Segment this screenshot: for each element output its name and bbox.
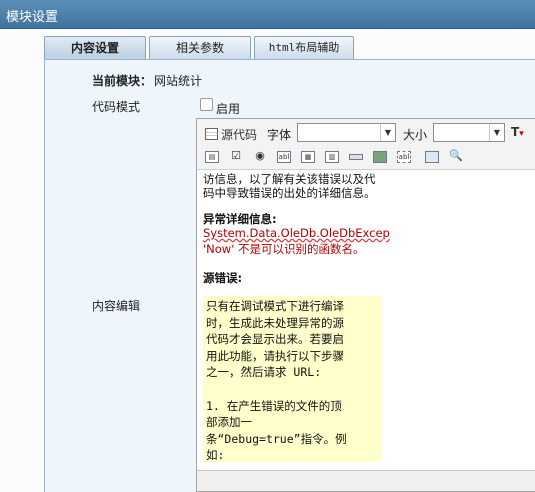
current-module-label: 当前模块： [92, 74, 153, 88]
content-line-2: 码中导致错误的出处的详细信息。 [203, 186, 376, 200]
tab-html-layout-helper[interactable]: html布局辅助 [254, 36, 354, 60]
image-button-icon[interactable] [373, 151, 387, 163]
radio-icon[interactable]: ◉ [253, 150, 267, 163]
textarea-icon[interactable]: ▦ [301, 151, 315, 163]
exception-line-1: System.Data.OleDb.OleDbExcep [203, 226, 390, 240]
flash-icon[interactable] [425, 151, 439, 163]
preview-icon[interactable]: 🔍 [449, 150, 463, 163]
editor-toolbar-top: 源代码 字体 ▼ 大小 ▼ T▾ [197, 119, 535, 147]
button-icon[interactable] [349, 154, 363, 160]
source-code-label: 源代码 [221, 128, 258, 142]
window-title: 模块设置 [6, 10, 59, 25]
rich-text-editor: 源代码 字体 ▼ 大小 ▼ T▾ ▤ ☑ ◉ abl ▦ ▥ abl 🔍 访信息… [196, 118, 535, 492]
select-icon[interactable]: ▥ [325, 151, 339, 163]
source-code-button[interactable]: 源代码 [205, 126, 257, 143]
source-code-icon [205, 128, 218, 140]
chevron-down-icon: ▼ [489, 124, 504, 141]
size-select[interactable]: ▼ [433, 123, 505, 142]
tab-related-params[interactable]: 相关参数 [149, 36, 251, 60]
exception-line-2: 'Now' 不是可以识别的函数名。 [203, 242, 365, 256]
title-bar: 模块设置 [0, 0, 535, 29]
font-select[interactable]: ▼ [297, 123, 396, 142]
current-module-value: 网站统计 [154, 74, 203, 88]
font-label: 字体 [267, 128, 292, 142]
tab-content-settings[interactable]: 内容设置 [44, 36, 146, 60]
text-color-icon[interactable]: T▾ [511, 125, 524, 139]
code-mode-label: 代码模式 [92, 100, 141, 114]
editor-toolbar-bottom: ▤ ☑ ◉ abl ▦ ▥ abl 🔍 [197, 147, 535, 169]
size-label: 大小 [403, 128, 428, 142]
hidden-field-icon[interactable]: abl [397, 151, 411, 163]
content-edit-label: 内容编辑 [92, 299, 141, 313]
chevron-down-icon: ▼ [380, 124, 395, 141]
exception-heading: 异常详细信息: [203, 212, 277, 226]
editor-content-area[interactable]: 访信息，以了解有关该错误以及代 码中导致错误的出处的详细信息。 异常详细信息: … [197, 169, 535, 472]
checkbox-icon[interactable]: ☑ [229, 150, 243, 163]
source-error-heading: 源错误: [203, 271, 243, 285]
enable-label[interactable]: 启用 [216, 100, 240, 117]
form-icon[interactable]: ▤ [205, 151, 219, 163]
code-block: 只有在调试模式下进行编译 时，生成此未处理异常的源 代码才会显示出来。若要启 用… [203, 296, 381, 462]
editor-status-bar [197, 470, 535, 491]
enable-checkbox[interactable] [200, 98, 213, 111]
textfield-icon[interactable]: abl [277, 151, 291, 163]
